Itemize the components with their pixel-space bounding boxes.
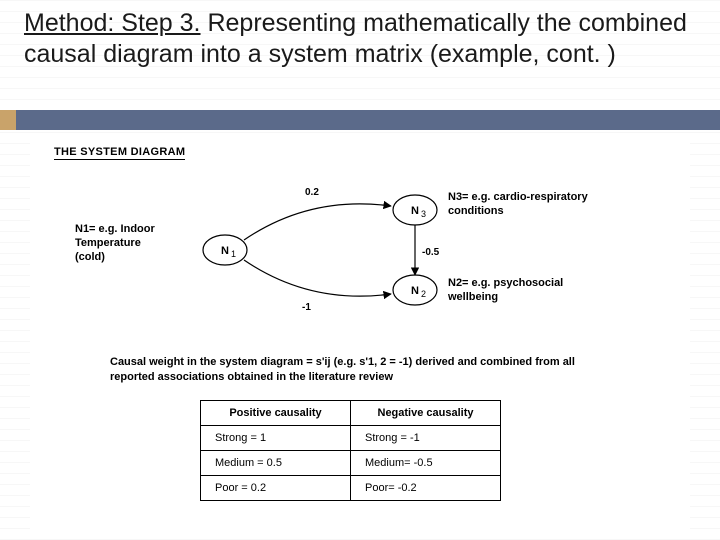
diagram-caption: Causal weight in the system diagram = s'… [110, 355, 610, 385]
edge-n1-n3-weight: 0.2 [305, 187, 319, 198]
svg-text:2: 2 [421, 289, 426, 299]
svg-text:N1= e.g. Indoor: N1= e.g. Indoor [75, 223, 155, 235]
svg-text:3: 3 [421, 209, 426, 219]
title-underlined: Method: Step 3. [24, 9, 201, 37]
cell-pos: Medium = 0.5 [201, 451, 351, 476]
cell-pos: Poor = 0.2 [201, 476, 351, 501]
node-n3: N 3 N3= e.g. cardio-respiratory conditio… [393, 191, 589, 225]
col-negative: Negative causality [351, 401, 501, 426]
table-row: Medium = 0.5 Medium= -0.5 [201, 451, 501, 476]
cell-neg: Strong = -1 [351, 426, 501, 451]
causality-table: Positive causality Negative causality St… [200, 400, 501, 501]
svg-text:N3= e.g. cardio-respiratory: N3= e.g. cardio-respiratory [448, 191, 589, 203]
svg-text:wellbeing: wellbeing [447, 291, 498, 303]
table-row: Poor = 0.2 Poor= -0.2 [201, 476, 501, 501]
svg-text:N2= e.g. psychosocial: N2= e.g. psychosocial [448, 277, 563, 289]
svg-text:(cold): (cold) [75, 251, 105, 263]
content-area: THE SYSTEM DIAGRAM N 1 N1= e.g. Indoor T… [30, 140, 690, 530]
svg-text:N: N [411, 205, 419, 217]
slide-title: Method: Step 3. Representing mathematica… [24, 8, 696, 71]
edge-n3-n2-weight: -0.5 [422, 247, 440, 258]
edge-n1-n2-weight: -1 [302, 302, 311, 313]
diagram-heading: THE SYSTEM DIAGRAM [54, 146, 185, 160]
node-n1: N 1 N1= e.g. Indoor Temperature (cold) [75, 223, 247, 265]
slide: Method: Step 3. Representing mathematica… [0, 0, 720, 540]
accent-tab [0, 110, 16, 130]
system-diagram: N 1 N1= e.g. Indoor Temperature (cold) N… [70, 160, 650, 340]
node-n2: N 2 N2= e.g. psychosocial wellbeing [393, 275, 563, 305]
svg-text:1: 1 [231, 249, 236, 259]
edge-n1-n2 [244, 260, 391, 296]
svg-text:Temperature: Temperature [75, 237, 141, 249]
svg-text:conditions: conditions [448, 205, 504, 217]
edge-n1-n3 [244, 204, 391, 240]
svg-text:N: N [411, 285, 419, 297]
accent-bar [0, 110, 720, 130]
cell-pos: Strong = 1 [201, 426, 351, 451]
col-positive: Positive causality [201, 401, 351, 426]
svg-text:N: N [221, 245, 229, 257]
table-row: Strong = 1 Strong = -1 [201, 426, 501, 451]
table-header-row: Positive causality Negative causality [201, 401, 501, 426]
cell-neg: Poor= -0.2 [351, 476, 501, 501]
cell-neg: Medium= -0.5 [351, 451, 501, 476]
